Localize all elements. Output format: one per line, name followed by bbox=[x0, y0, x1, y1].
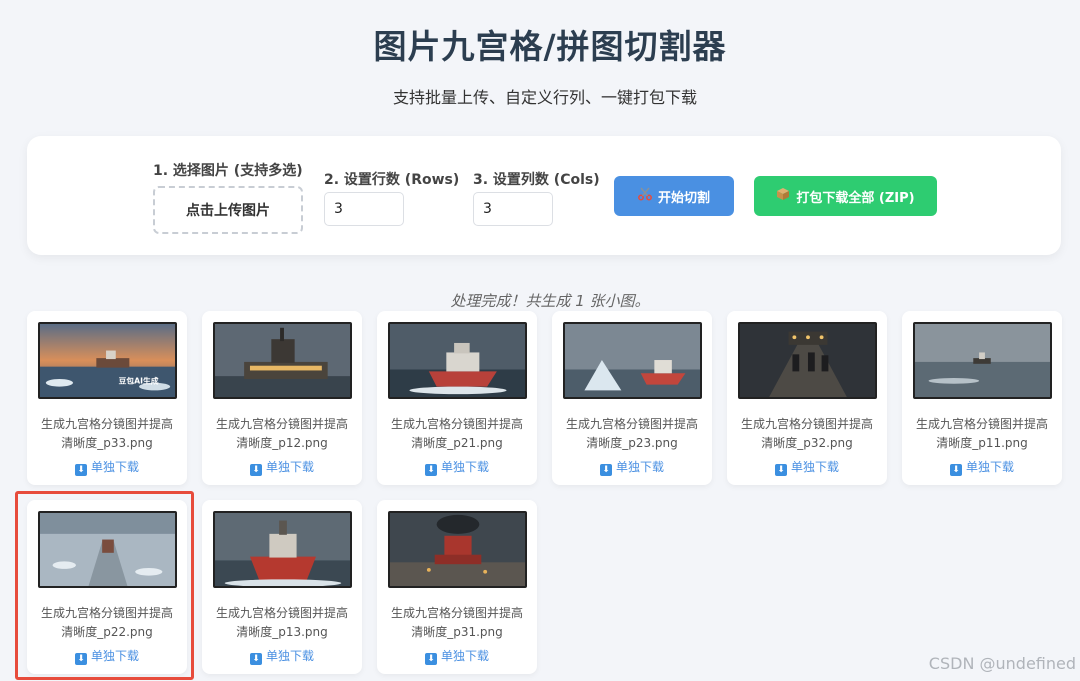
result-card: 生成九宫格分镜图并提高 清晰度_p13.png ⬇ 单独下载 bbox=[202, 500, 362, 674]
download-icon: ⬇ bbox=[949, 464, 962, 476]
file-name: 生成九宫格分镜图并提高 清晰度_p21.png bbox=[390, 417, 523, 450]
zip-download-button[interactable]: 打包下载全部 (ZIP) bbox=[754, 176, 937, 216]
download-icon: ⬇ bbox=[249, 464, 262, 476]
upload-label: 1. 选择图片 (支持多选) bbox=[153, 163, 303, 179]
watermark: CSDN @undefined bbox=[928, 654, 1076, 673]
download-link[interactable]: ⬇ 单独下载 bbox=[27, 458, 187, 476]
rows-label: 2. 设置行数 (Rows) bbox=[324, 172, 460, 188]
file-name: 生成九宫格分镜图并提高 清晰度_p12.png bbox=[215, 417, 348, 450]
thumbnail-image bbox=[738, 322, 877, 399]
page-subtitle: 支持批量上传、自定义行列、一键打包下载 bbox=[392, 88, 697, 107]
thumbnail-watermark: 豆包AI生成 bbox=[119, 376, 159, 386]
download-icon: ⬇ bbox=[599, 464, 612, 476]
download-icon: ⬇ bbox=[424, 653, 437, 665]
download-icon: ⬇ bbox=[424, 464, 437, 476]
download-link[interactable]: ⬇ 单独下载 bbox=[202, 458, 362, 476]
cols-input[interactable] bbox=[473, 192, 553, 226]
file-name: 生成九宫格分镜图并提高 清晰度_p11.png bbox=[915, 417, 1048, 450]
result-card: 生成九宫格分镜图并提高 清晰度_p11.png ⬇ 单独下载 bbox=[902, 311, 1062, 485]
download-link[interactable]: ⬇ 单独下载 bbox=[727, 458, 887, 476]
download-link[interactable]: ⬇ 单独下载 bbox=[552, 458, 712, 476]
download-link[interactable]: ⬇ 单独下载 bbox=[902, 458, 1062, 476]
file-name: 生成九宫格分镜图并提高 清晰度_p33.png bbox=[40, 417, 173, 450]
result-card: 生成九宫格分镜图并提高 清晰度_p23.png ⬇ 单独下载 bbox=[552, 311, 712, 485]
download-icon: ⬇ bbox=[74, 464, 87, 476]
download-link[interactable]: ⬇ 单独下载 bbox=[377, 647, 537, 665]
package-icon bbox=[776, 187, 790, 205]
rows-input[interactable] bbox=[324, 192, 404, 226]
download-icon: ⬇ bbox=[774, 464, 787, 476]
thumbnail-image bbox=[913, 322, 1052, 399]
download-link[interactable]: ⬇ 单独下载 bbox=[202, 647, 362, 665]
file-name: 生成九宫格分镜图并提高 清晰度_p31.png bbox=[390, 606, 523, 639]
scissors-icon bbox=[638, 187, 652, 205]
page-title: 图片九宫格/拼图切割器 bbox=[373, 27, 727, 66]
result-card: 生成九宫格分镜图并提高 清晰度_p12.png ⬇ 单独下载 bbox=[202, 311, 362, 485]
result-card: 豆包AI生成 生成九宫格分镜图并提高 清晰度_p33.png ⬇ 单独下载 bbox=[27, 311, 187, 485]
thumbnail-image bbox=[563, 322, 702, 399]
file-name: 生成九宫格分镜图并提高 清晰度_p32.png bbox=[740, 417, 873, 450]
start-cut-label: 开始切割 bbox=[657, 190, 710, 206]
result-card: 生成九宫格分镜图并提高 清晰度_p21.png ⬇ 单独下载 bbox=[377, 311, 537, 485]
zip-download-label: 打包下载全部 (ZIP) bbox=[796, 190, 915, 206]
result-card: 生成九宫格分镜图并提高 清晰度_p31.png ⬇ 单独下载 bbox=[377, 500, 537, 674]
download-link[interactable]: ⬇ 单独下载 bbox=[377, 458, 537, 476]
file-name: 生成九宫格分镜图并提高 清晰度_p13.png bbox=[215, 606, 348, 639]
thumbnail-image bbox=[213, 511, 352, 588]
thumbnail-image bbox=[388, 511, 527, 588]
thumbnail-image bbox=[388, 322, 527, 399]
thumbnail-image bbox=[213, 322, 352, 399]
upload-button[interactable]: 点击上传图片 bbox=[153, 186, 303, 234]
selection-highlight bbox=[15, 491, 194, 680]
file-name: 生成九宫格分镜图并提高 清晰度_p23.png bbox=[565, 417, 698, 450]
thumbnail-image: 豆包AI生成 bbox=[38, 322, 177, 399]
cols-label: 3. 设置列数 (Cols) bbox=[473, 172, 600, 188]
download-icon: ⬇ bbox=[249, 653, 262, 665]
start-cut-button[interactable]: 开始切割 bbox=[614, 176, 734, 216]
status-message: 处理完成！共生成 1 张小图。 bbox=[450, 292, 650, 310]
result-card: 生成九宫格分镜图并提高 清晰度_p32.png ⬇ 单独下载 bbox=[727, 311, 887, 485]
